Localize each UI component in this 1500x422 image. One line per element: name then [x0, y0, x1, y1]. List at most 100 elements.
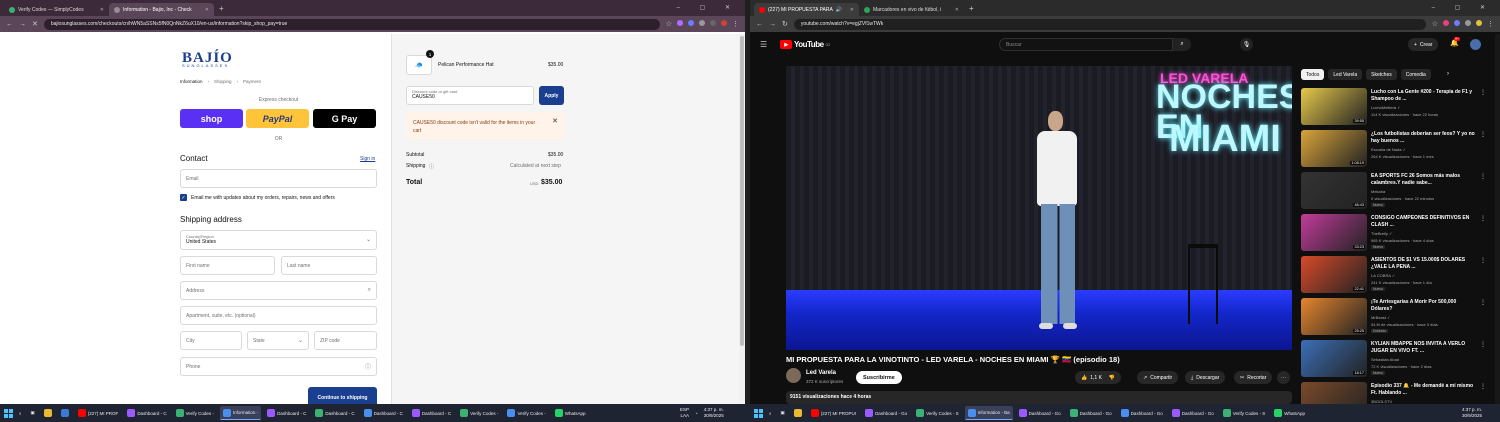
taskbar-app-item[interactable]: WhatsApp — [1271, 406, 1308, 420]
video-thumbnail[interactable]: 39:55 — [1301, 88, 1367, 125]
recommendation-item[interactable]: 25:25 ¡Te Arriesgarías A Morir Por 500,00… — [1301, 298, 1486, 336]
windows-start-icon[interactable] — [4, 408, 13, 418]
more-vert-icon[interactable]: ⋮ — [1480, 383, 1486, 390]
speaker-icon[interactable]: 🔊 — [836, 7, 842, 13]
tab-verify-codes[interactable]: Verify Codes — SimplyCodes ✕ — [4, 3, 109, 16]
new-tab-icon[interactable]: + — [964, 4, 979, 13]
taskbar-app-item[interactable]: Dashboard - Go — [1118, 406, 1166, 420]
download-button[interactable]: ⤓ Descargar — [1185, 371, 1226, 384]
taskbar-app-item[interactable]: (227) MI PROPUI — [808, 406, 859, 420]
taskbar-app-item[interactable]: Verify Codes - — [457, 406, 501, 420]
chip-led-varela[interactable]: Led Varela — [1328, 69, 1363, 80]
google-pay-button[interactable]: G Pay — [313, 109, 376, 128]
clip-button[interactable]: ✂ Recortar — [1234, 371, 1273, 384]
more-actions-button[interactable]: ⋯ — [1277, 371, 1290, 384]
address-bar[interactable]: bajiosunglasses.com/checkouts/cn/hWN5aSS… — [43, 18, 660, 30]
recommendation-title[interactable]: Lucho con La Gente #200 - Terapia de F1 … — [1371, 89, 1475, 103]
task-view-icon[interactable]: ▣ — [28, 406, 38, 420]
paypal-button[interactable]: PayPal — [246, 109, 309, 128]
taskbar-app-item[interactable]: Verify Codes - S — [913, 406, 962, 420]
scrollbar[interactable] — [1495, 34, 1500, 404]
like-button[interactable]: 👍 1,1 K 👎 — [1075, 371, 1122, 384]
file-explorer-icon[interactable] — [41, 406, 55, 420]
taskbar-app-item[interactable]: WhatsApp — [552, 406, 589, 420]
taskbar-app-item[interactable]: Dashboard - Go — [1169, 406, 1217, 420]
recommendation-item[interactable]: Episodio 337 🔔 - Me demandé a mi mismo F… — [1301, 382, 1486, 404]
recommendation-title[interactable]: CONSIGO CAMPEONES DEFINITIVOS EN CLASH .… — [1371, 215, 1475, 229]
video-thumbnail[interactable] — [1301, 382, 1367, 404]
sidebar-icon[interactable] — [710, 20, 716, 26]
last-name-field[interactable]: Last name — [281, 256, 377, 275]
extension-icon[interactable] — [688, 20, 694, 26]
video-thumbnail[interactable]: 18:17 — [1301, 340, 1367, 377]
recommendation-item[interactable]: 39:55 Lucho con La Gente #200 - Terapia d… — [1301, 88, 1486, 126]
taskbar-app-item[interactable]: Verify Codes - S — [1220, 406, 1269, 420]
bookmark-star-icon[interactable]: ☆ — [1432, 20, 1438, 28]
forward-icon[interactable]: → — [19, 21, 26, 28]
menu-icon[interactable]: ⋮ — [1487, 20, 1494, 28]
help-circle-icon[interactable]: ⓘ — [365, 362, 371, 371]
recommendation-channel[interactable]: Mekaria — [1371, 189, 1385, 194]
continue-to-shipping-button[interactable]: Continue to shipping — [308, 387, 377, 404]
window-controls[interactable]: – ▢ ✕ — [1432, 4, 1494, 11]
new-tab-icon[interactable]: + — [214, 4, 229, 13]
close-icon[interactable]: ✕ — [552, 118, 558, 126]
video-thumbnail[interactable]: 25:25 — [1301, 298, 1367, 335]
channel-avatar[interactable] — [786, 368, 801, 383]
recommendation-channel[interactable]: Sebastián Abad — [1371, 357, 1399, 362]
more-vert-icon[interactable]: ⋮ — [1480, 257, 1486, 264]
clock[interactable]: 4:37 p. m. 30/9/2025 — [1462, 407, 1482, 419]
close-tab-icon[interactable]: ✕ — [955, 7, 959, 13]
close-tab-icon[interactable]: ✕ — [205, 7, 209, 13]
breadcrumb-shipping[interactable]: Shipping — [214, 79, 232, 84]
tab-youtube[interactable]: (227) MI PROPUESTA PARA 🔊 ✕ — [754, 3, 859, 16]
profile-avatar[interactable] — [1476, 20, 1482, 26]
newsletter-checkbox[interactable]: ✓ — [180, 194, 187, 201]
notifications-bell-icon[interactable]: 🔔 9+ — [1450, 37, 1460, 47]
taskbar-app-item[interactable]: Dashboard - C — [361, 406, 406, 420]
menu-icon[interactable]: ⋮ — [732, 20, 739, 28]
discount-field[interactable]: Discount code or gift card CAUSE50 — [406, 86, 534, 105]
back-icon[interactable]: ← — [6, 21, 13, 28]
reload-icon[interactable]: ↻ — [782, 20, 788, 28]
recommendation-channel[interactable]: TheBrelly ✓ — [1371, 231, 1392, 236]
phone-field[interactable]: Phone ⓘ — [180, 357, 377, 376]
more-vert-icon[interactable]: ⋮ — [1480, 215, 1486, 222]
video-thumbnail[interactable]: 22:41 — [1301, 256, 1367, 293]
file-explorer-icon[interactable] — [791, 406, 805, 420]
video-thumbnail[interactable]: 46:43 — [1301, 172, 1367, 209]
extension-icon[interactable] — [1443, 20, 1449, 26]
more-vert-icon[interactable]: ⋮ — [1480, 341, 1486, 348]
recommendation-title[interactable]: ASIENTOS DE $1 VS 15.000$ DÓLARES ¿VALE … — [1371, 257, 1475, 271]
extension-icon[interactable] — [1454, 20, 1460, 26]
more-vert-icon[interactable]: ⋮ — [1480, 299, 1486, 306]
window-controls[interactable]: – ▢ ✕ — [677, 4, 739, 11]
search-icon[interactable]: ⌕ — [1173, 38, 1191, 51]
reload-icon[interactable]: ✕ — [32, 20, 38, 28]
chevron-right-icon[interactable]: › — [1447, 71, 1449, 77]
recommendation-channel[interactable]: LuchoMelitera ✓ — [1371, 105, 1401, 110]
info-icon[interactable]: ⓘ — [429, 163, 434, 170]
taskbar-app-item[interactable]: Information - Ba — [964, 406, 1013, 420]
hamburger-menu-icon[interactable]: ☰ — [760, 40, 767, 49]
tab-marcadores[interactable]: Marcadores en vivo de fútbol, i ✕ — [859, 3, 964, 16]
email-field[interactable]: Email — [180, 169, 377, 188]
recommendation-title[interactable]: ¿Los futbolistas deberían ser feos? Y yo… — [1371, 131, 1475, 145]
city-field[interactable]: City — [180, 331, 242, 350]
wifi-icon[interactable]: ◔ — [695, 411, 698, 416]
recommendation-item[interactable]: 33:23 CONSIGO CAMPEONES DEFINITIVOS EN CL… — [1301, 214, 1486, 252]
video-player[interactable]: LED VARELA NOCHES EN MIAMI — [786, 66, 1292, 350]
taskbar-app-item[interactable]: (227) MI PROF — [75, 406, 122, 420]
more-vert-icon[interactable]: ⋮ — [1480, 89, 1486, 96]
country-select[interactable]: Country/Region United States ⌄ — [180, 230, 377, 250]
puzzle-icon[interactable] — [699, 20, 705, 26]
video-thumbnail[interactable]: 1:08:19 — [1301, 130, 1367, 167]
task-view-icon[interactable]: ▣ — [778, 406, 788, 420]
taskbar-app-item[interactable]: Dashboard - C — [124, 406, 169, 420]
chip-sketches[interactable]: Sketches — [1366, 69, 1397, 80]
chip-todos[interactable]: Todos — [1301, 69, 1325, 80]
back-icon[interactable]: ← — [756, 21, 763, 28]
address-bar[interactable]: youtube.com/watch?v=egjZVf1wTWk — [793, 18, 1426, 30]
microphone-icon[interactable]: 🎙 — [1240, 38, 1253, 51]
youtube-logo[interactable]: ▶ YouTube CO — [780, 40, 830, 49]
